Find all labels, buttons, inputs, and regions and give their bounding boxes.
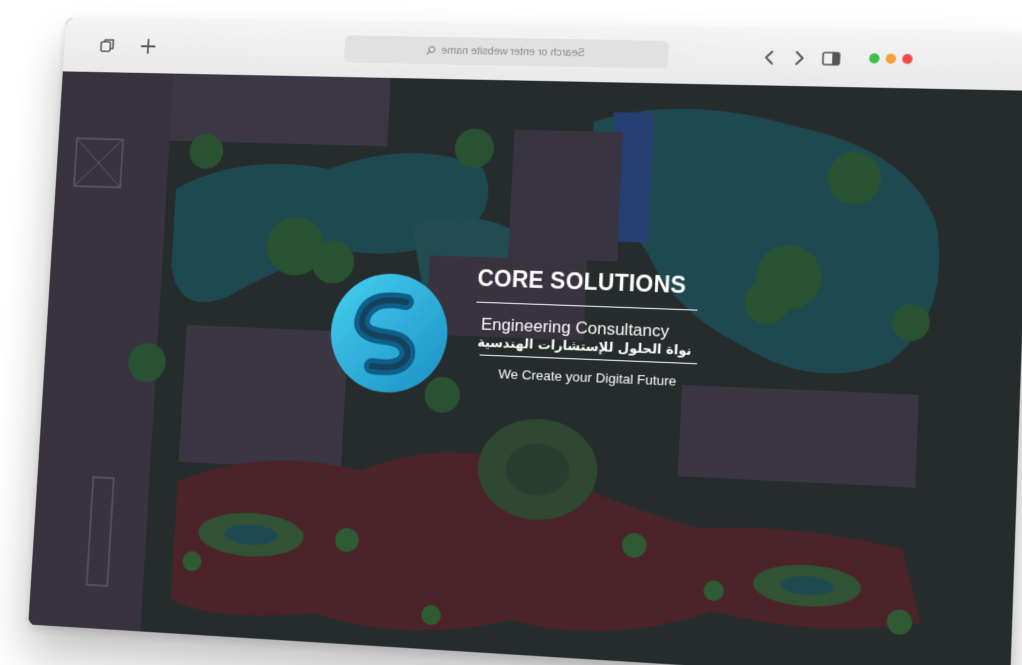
- back-icon[interactable]: [758, 46, 781, 68]
- minimize-button[interactable]: [885, 53, 897, 64]
- stage: Search or enter website name CORE SOLUTI…: [0, 0, 1022, 665]
- tabs-icon[interactable]: [97, 35, 119, 56]
- core-solutions-logo: [327, 270, 451, 397]
- sidebar-icon[interactable]: [820, 47, 843, 69]
- page-content: CORE SOLUTIONS Engineering Consultancy ن…: [28, 71, 1022, 665]
- maximize-button[interactable]: [869, 53, 880, 64]
- close-button[interactable]: [902, 53, 913, 65]
- brand-text: CORE SOLUTIONS Engineering Consultancy ن…: [472, 265, 707, 390]
- browser-window: Search or enter website name CORE SOLUTI…: [28, 18, 1022, 665]
- hero-branding: CORE SOLUTIONS Engineering Consultancy ن…: [324, 260, 747, 436]
- forward-icon[interactable]: [787, 47, 810, 69]
- address-bar[interactable]: Search or enter website name: [343, 35, 670, 69]
- address-placeholder: Search or enter website name: [440, 44, 585, 60]
- new-tab-icon[interactable]: [137, 36, 159, 57]
- search-icon: [425, 46, 435, 56]
- brand-tagline: We Create your Digital Future: [498, 366, 677, 389]
- divider: [476, 301, 698, 311]
